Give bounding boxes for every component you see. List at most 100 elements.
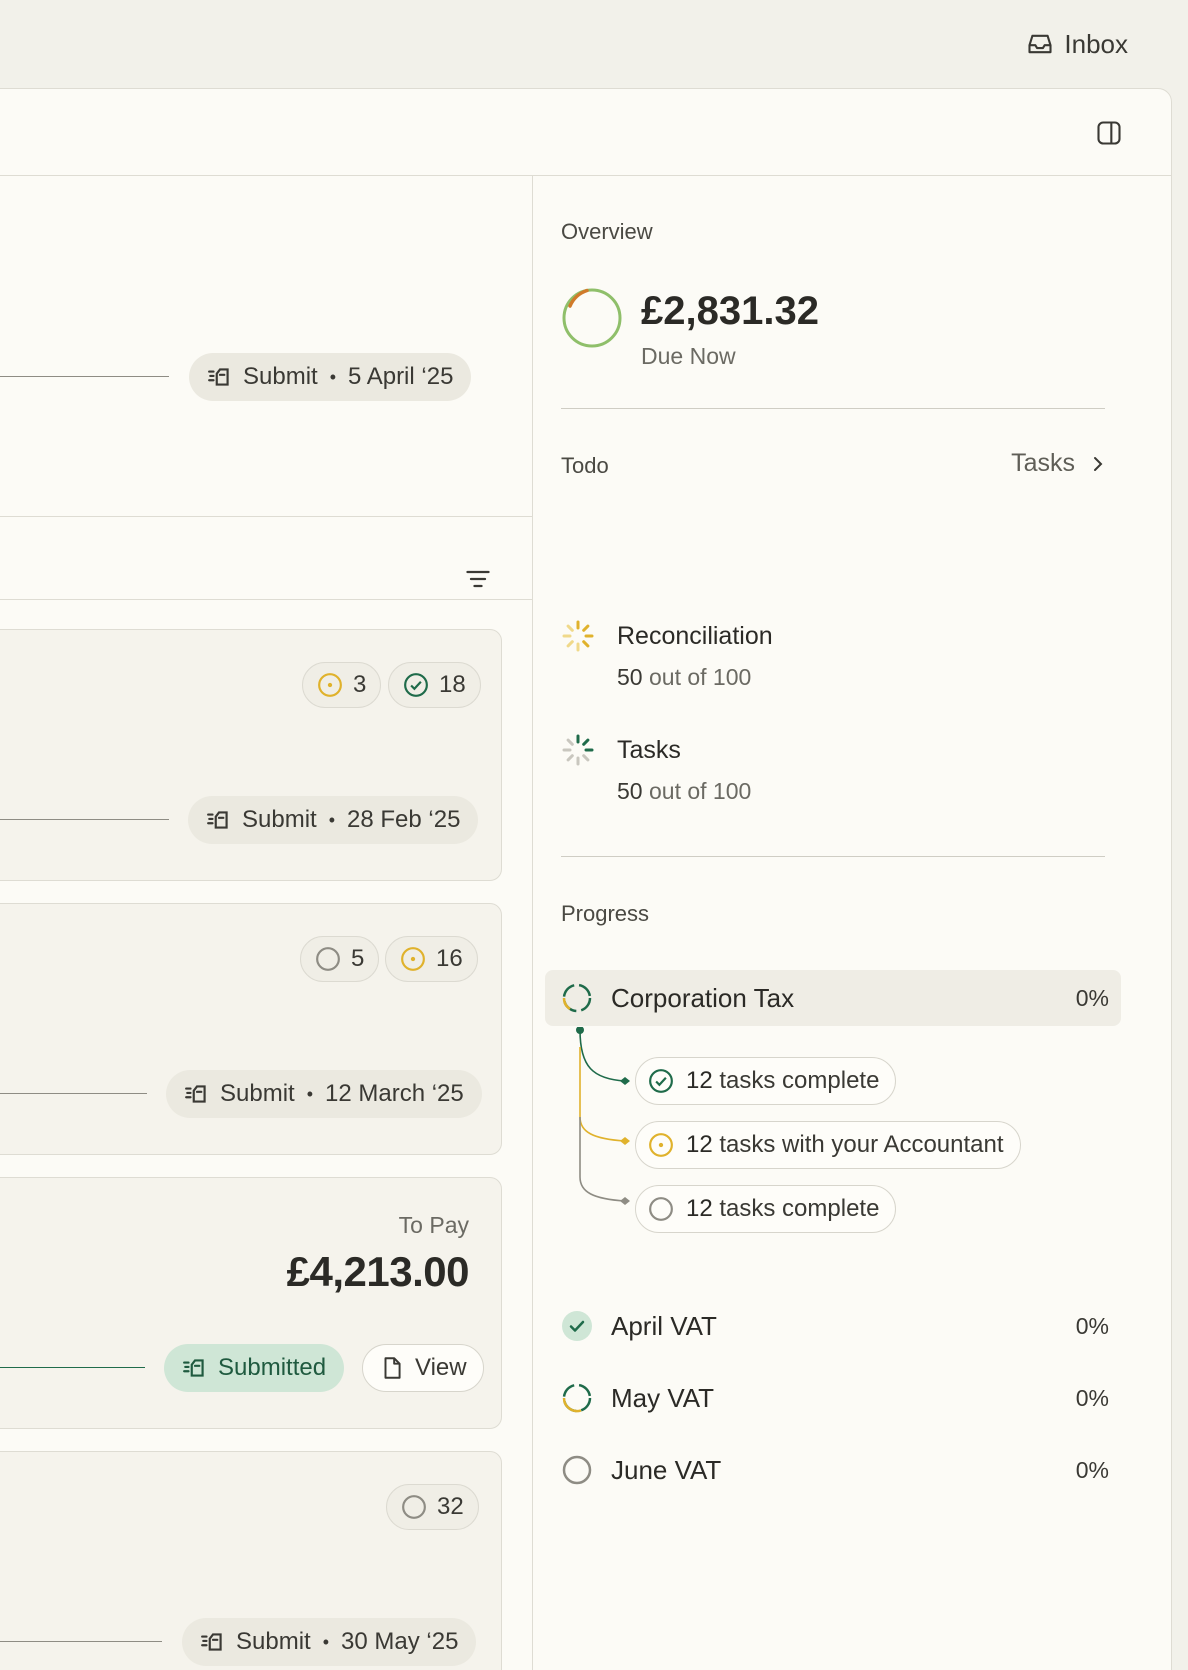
check-circle-icon bbox=[404, 673, 428, 697]
overview-amount: £2,831.32 bbox=[641, 289, 819, 333]
filing-card[interactable]: 5 16 Submit • 12 March ‘25 bbox=[0, 903, 502, 1155]
progress-row-percent: 0% bbox=[1075, 984, 1109, 1011]
subtask-accountant-pill[interactable]: 12 tasks with your Accountant bbox=[635, 1121, 1021, 1169]
view-button[interactable]: View bbox=[362, 1344, 484, 1392]
badge-count: 16 bbox=[436, 945, 463, 972]
todo-item-name[interactable]: Tasks bbox=[617, 736, 681, 765]
top-bar: Inbox bbox=[0, 0, 1188, 88]
filing-card[interactable]: 3 18 Submit • 28 Feb ‘25 bbox=[0, 629, 502, 881]
subtask-open-pill[interactable]: 12 tasks complete bbox=[635, 1185, 897, 1233]
progress-row-percent: 0% bbox=[1075, 1456, 1109, 1483]
check-circle-icon bbox=[649, 1069, 673, 1093]
submit-label: Submit bbox=[243, 363, 318, 390]
pending-dot-icon bbox=[401, 947, 425, 971]
submit-pill[interactable]: Submit • 5 April ‘25 bbox=[189, 353, 472, 401]
timeline-line bbox=[0, 1093, 147, 1094]
loading-spinner-icon bbox=[562, 620, 594, 652]
todo-done-count: 50 bbox=[617, 664, 643, 690]
summary-sidebar: Overview £2,831.32 Due Now Todo Tasks Re… bbox=[533, 177, 1153, 1670]
submit-pill[interactable]: Submit • 28 Feb ‘25 bbox=[188, 796, 479, 844]
progress-row-name: Corporation Tax bbox=[611, 982, 795, 1013]
submit-icon bbox=[183, 1359, 204, 1377]
subtask-count: 12 bbox=[686, 1131, 713, 1158]
separator-dot: • bbox=[306, 1083, 314, 1104]
to-pay-amount: £4,213.00 bbox=[286, 1248, 470, 1295]
pending-badge: 3 bbox=[302, 662, 382, 708]
progress-title: Progress bbox=[561, 901, 650, 926]
filings-column: Submit • 5 April ‘25 3 18 Submit • 28 Fe… bbox=[0, 177, 532, 1670]
submit-icon bbox=[207, 811, 228, 829]
overview-progress-ring-icon bbox=[562, 288, 622, 348]
progress-row-may-vat[interactable]: May VAT 0% bbox=[545, 1370, 1121, 1426]
todo-total: out of 100 bbox=[648, 664, 752, 690]
subtask-text: tasks with your Accountant bbox=[719, 1131, 1004, 1158]
subtask-text: tasks complete bbox=[719, 1067, 880, 1094]
sidebar-toggle-icon[interactable] bbox=[1095, 119, 1123, 147]
overview-subtitle: Due Now bbox=[641, 343, 736, 369]
inbox-icon bbox=[1028, 34, 1052, 54]
open-badge: 5 bbox=[300, 936, 380, 982]
subtask-count: 12 bbox=[686, 1067, 713, 1094]
submit-label: Submit bbox=[236, 1628, 311, 1655]
submit-label: Submit bbox=[242, 806, 317, 833]
separator-dot: • bbox=[328, 809, 336, 830]
badge-count: 18 bbox=[439, 671, 466, 698]
badge-count: 3 bbox=[353, 671, 367, 698]
pending-dot-icon bbox=[318, 673, 342, 697]
separator-dot: • bbox=[329, 366, 337, 387]
panel-header bbox=[0, 89, 1171, 176]
timeline-line bbox=[0, 1641, 162, 1642]
section-divider bbox=[0, 516, 532, 517]
todo-total: out of 100 bbox=[648, 778, 752, 804]
empty-circle-icon bbox=[402, 1495, 426, 1519]
empty-circle-icon bbox=[649, 1197, 673, 1221]
empty-circle-icon bbox=[316, 947, 340, 971]
progress-row-percent: 0% bbox=[1075, 1312, 1109, 1339]
filing-card[interactable]: 32 Submit • 30 May ‘25 bbox=[0, 1451, 502, 1670]
submit-date: 5 April ‘25 bbox=[348, 363, 454, 390]
tasks-link-label: Tasks bbox=[1011, 449, 1075, 477]
divider bbox=[561, 856, 1105, 857]
subtask-text: tasks complete bbox=[719, 1195, 880, 1222]
inbox-button[interactable]: Inbox bbox=[1026, 26, 1128, 62]
submit-date: 12 March ‘25 bbox=[325, 1080, 464, 1107]
todo-done-count: 50 bbox=[617, 778, 643, 804]
partial-progress-icon bbox=[562, 983, 592, 1013]
progress-row-name: April VAT bbox=[611, 1310, 717, 1341]
submit-date: 28 Feb ‘25 bbox=[347, 806, 461, 833]
submit-label: Submit bbox=[220, 1080, 295, 1107]
progress-row-corporation-tax[interactable]: Corporation Tax 0% bbox=[545, 970, 1121, 1026]
todo-item-progress: 50 out of 100 bbox=[617, 778, 751, 805]
pending-dot-icon bbox=[649, 1133, 673, 1157]
partial-progress-icon bbox=[562, 1383, 592, 1413]
chevron-right-icon bbox=[1094, 456, 1103, 471]
todo-item-name[interactable]: Reconciliation bbox=[617, 622, 773, 651]
submit-pill[interactable]: Submit • 12 March ‘25 bbox=[166, 1070, 482, 1118]
empty-circle-icon bbox=[562, 1455, 592, 1485]
separator-dot: • bbox=[322, 1631, 330, 1652]
submit-pill[interactable]: Submit • 30 May ‘25 bbox=[182, 1618, 477, 1666]
timeline-line bbox=[0, 1367, 145, 1368]
overview-title: Overview bbox=[561, 219, 653, 244]
view-label: View bbox=[415, 1354, 467, 1381]
complete-badge: 18 bbox=[388, 662, 481, 708]
submit-icon bbox=[201, 1633, 222, 1651]
timeline-line bbox=[0, 819, 169, 820]
badge-count: 32 bbox=[437, 1493, 464, 1520]
progress-row-percent: 0% bbox=[1075, 1384, 1109, 1411]
progress-row-june-vat[interactable]: June VAT 0% bbox=[545, 1442, 1121, 1498]
progress-row-name: May VAT bbox=[611, 1382, 715, 1413]
tasks-link[interactable]: Tasks bbox=[1011, 449, 1105, 478]
timeline-line bbox=[0, 376, 169, 377]
filter-icon[interactable] bbox=[464, 565, 492, 593]
subtask-complete-pill[interactable]: 12 tasks complete bbox=[635, 1057, 897, 1105]
submitted-pill: Submitted bbox=[164, 1344, 345, 1392]
to-pay-label: To Pay bbox=[398, 1212, 469, 1238]
filing-card[interactable]: To Pay £4,213.00 Submitted View bbox=[0, 1177, 502, 1429]
submit-date: 30 May ‘25 bbox=[341, 1628, 459, 1655]
check-filled-icon bbox=[562, 1311, 592, 1341]
progress-row-april-vat[interactable]: April VAT 0% bbox=[545, 1298, 1121, 1354]
main-panel: Submit • 5 April ‘25 3 18 Submit • 28 Fe… bbox=[0, 88, 1172, 1670]
divider bbox=[561, 408, 1105, 409]
submit-icon bbox=[208, 368, 229, 386]
